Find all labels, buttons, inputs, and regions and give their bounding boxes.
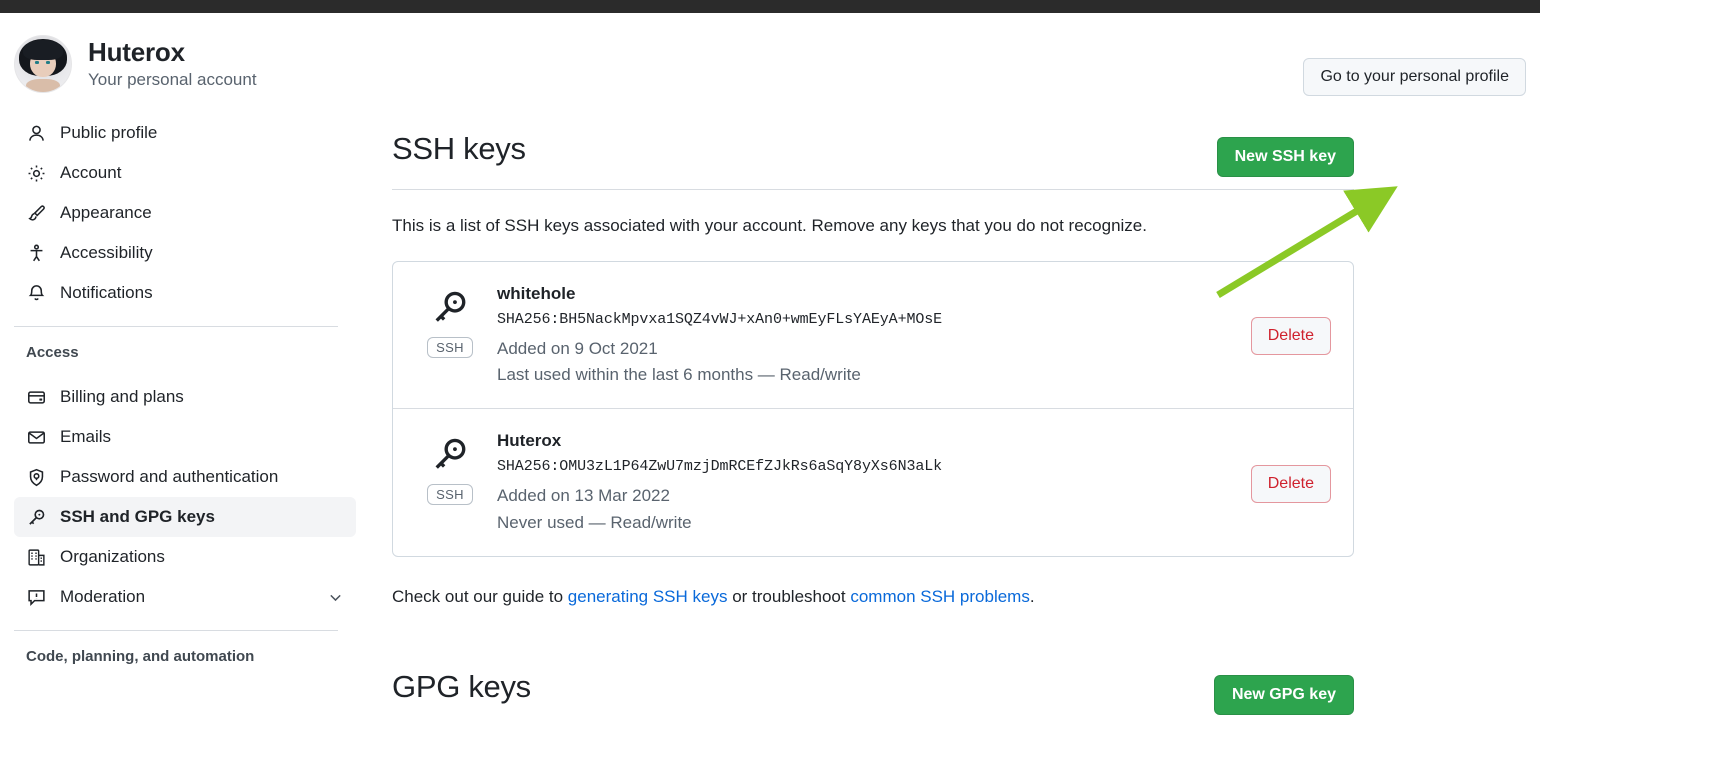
delete-key-button[interactable]: Delete (1250, 316, 1331, 355)
guide-middle: or troubleshoot (727, 587, 851, 607)
sidebar-item-public-profile[interactable]: Public profile (14, 113, 356, 153)
sidebar-item-label: Billing and plans (60, 387, 184, 406)
common-ssh-problems-link[interactable]: common SSH problems (850, 587, 1030, 606)
gear-icon (26, 163, 46, 183)
profile-name: Huterox (88, 36, 185, 67)
sidebar-item-label: Public profile (60, 123, 158, 142)
key-details: Huterox SHA256:OMU3zL1P64ZwU7mzjDmRCEfZJ… (497, 431, 1231, 536)
profile-subtitle: Your personal account (88, 70, 257, 90)
paintbrush-icon (26, 203, 46, 223)
sidebar-nav-access: Billing and plans Emails Password and au… (8, 377, 370, 617)
browser-top-strip (0, 0, 1726, 13)
sidebar-divider-1 (14, 326, 338, 327)
key-fingerprint: SHA256:OMU3zL1P64ZwU7mzjDmRCEfZJkRs6aSqY… (497, 458, 943, 476)
sidebar-item-appearance[interactable]: Appearance (14, 193, 356, 233)
new-gpg-key-button[interactable]: New GPG key (1213, 675, 1354, 716)
sidebar-item-label: Password and authentication (60, 467, 279, 486)
ssh-keys-description: This is a list of SSH keys associated wi… (392, 216, 1147, 235)
go-to-personal-profile-button[interactable]: Go to your personal profile (1303, 58, 1526, 96)
report-icon (26, 587, 46, 607)
key-usage: Never used — Read/write (497, 512, 692, 532)
organization-icon (26, 547, 46, 567)
sidebar-item-label: Notifications (60, 283, 153, 302)
key-added-date: Added on 9 Oct 2021 (497, 338, 658, 358)
profile-header: Huterox Your personal account (8, 13, 370, 105)
credit-card-icon (26, 387, 46, 407)
settings-sidebar: Huterox Your personal account Public pro… (0, 13, 370, 764)
gpg-page-title: GPG keys (392, 669, 531, 705)
new-ssh-key-button[interactable]: New SSH key (1216, 137, 1354, 177)
sidebar-item-label: Account (60, 163, 122, 182)
sidebar-nav-primary: Public profile Account Appearance Access… (8, 113, 370, 313)
key-icon (432, 437, 468, 478)
ssh-key-row: SSH Huterox SHA256:OMU3zL1P64ZwU7mzjDmRC… (393, 408, 1353, 556)
ssh-guide-text: Check out our guide to generating SSH ke… (392, 587, 1354, 607)
sidebar-item-label: Accessibility (60, 243, 153, 262)
sidebar-item-organizations[interactable]: Organizations (14, 537, 356, 577)
ssh-badge: SSH (427, 336, 473, 358)
mail-icon (26, 427, 46, 447)
sidebar-item-moderation[interactable]: Moderation (14, 577, 356, 617)
chevron-down-icon[interactable] (327, 589, 344, 606)
sidebar-item-billing-and-plans[interactable]: Billing and plans (14, 377, 356, 417)
sidebar-item-emails[interactable]: Emails (14, 417, 356, 457)
bell-icon (26, 283, 46, 303)
sidebar-item-label: Organizations (60, 547, 165, 566)
page-title: SSH keys (392, 131, 526, 166)
ssh-keys-list: SSH whitehole SHA256:BH5NackMpvxa1SQZ4vW… (392, 260, 1354, 558)
sidebar-item-label: Emails (60, 427, 112, 446)
key-title: Huterox (497, 431, 562, 451)
settings-page: Huterox Your personal account Public pro… (0, 0, 1726, 764)
sidebar-item-accessibility[interactable]: Accessibility (14, 233, 356, 273)
sidebar-item-ssh-and-gpg-keys[interactable]: SSH and GPG keys (14, 497, 356, 537)
guide-suffix: . (1029, 587, 1035, 607)
section-divider (392, 189, 1354, 190)
sidebar-item-notifications[interactable]: Notifications (14, 273, 356, 313)
key-icon-column: SSH (423, 284, 477, 358)
sidebar-group-access-title: Access (26, 344, 79, 361)
generating-ssh-keys-link[interactable]: generating SSH keys (568, 587, 728, 606)
key-details: whitehole SHA256:BH5NackMpvxa1SQZ4vWJ+xA… (497, 284, 1231, 389)
avatar[interactable] (14, 35, 72, 93)
delete-key-button[interactable]: Delete (1250, 464, 1331, 503)
key-icon (432, 290, 468, 331)
key-title: whitehole (497, 283, 576, 303)
ssh-key-row: SSH whitehole SHA256:BH5NackMpvxa1SQZ4vW… (393, 262, 1353, 409)
main-content: Go to your personal profile SSH keys New… (392, 13, 1726, 764)
sidebar-item-label: SSH and GPG keys (60, 507, 215, 526)
sidebar-item-password-and-authentication[interactable]: Password and authentication (14, 457, 356, 497)
sidebar-divider-2 (14, 630, 338, 631)
guide-prefix: Check out our guide to (392, 587, 568, 607)
key-fingerprint: SHA256:BH5NackMpvxa1SQZ4vWJ+xAn0+wmEyFLs… (497, 310, 943, 328)
ssh-keys-section-header: SSH keys New SSH key (392, 131, 1726, 177)
key-added-date: Added on 13 Mar 2022 (497, 486, 670, 506)
key-usage: Last used within the last 6 months — Rea… (497, 364, 861, 384)
accessibility-icon (26, 243, 46, 263)
sidebar-item-account[interactable]: Account (14, 153, 356, 193)
top-strip-right-blank (1540, 0, 1726, 13)
gpg-keys-section-header: GPG keys New GPG key (392, 669, 1726, 716)
sidebar-group-code-title: Code, planning, and automation (26, 648, 255, 665)
shield-lock-icon (26, 467, 46, 487)
person-icon (26, 123, 46, 143)
key-icon-column: SSH (423, 431, 477, 506)
sidebar-item-label: Appearance (60, 203, 152, 222)
ssh-badge: SSH (427, 484, 473, 506)
sidebar-item-label: Moderation (60, 587, 146, 606)
key-icon (26, 507, 46, 527)
